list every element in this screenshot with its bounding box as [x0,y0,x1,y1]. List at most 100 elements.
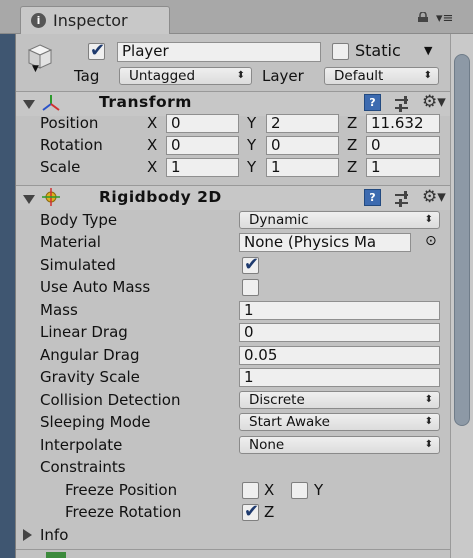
icon-dropdown-arrow[interactable]: ▼ [32,64,39,74]
gear-icon[interactable]: ⚙▾ [422,187,446,207]
rotation-label: Rotation [40,136,103,154]
tab-inspector[interactable]: i Inspector [20,6,170,35]
gameobject-cube-icon [27,44,53,69]
angular-drag-label: Angular Drag [40,346,140,364]
tag-value: Untagged [129,68,196,84]
transform-icon [42,95,60,111]
mass-label: Mass [40,301,78,319]
static-checkbox[interactable] [332,43,349,60]
sleeping-mode-dropdown[interactable]: Start Awake ⬍ [239,413,440,431]
static-label: Static [355,41,401,60]
scale-z-field[interactable]: 1 [366,158,440,177]
sleeping-mode-value: Start Awake [249,414,330,430]
scrollbar-thumb[interactable] [454,54,470,426]
dropdown-arrows-icon: ⬍ [423,70,432,81]
presets-icon[interactable] [395,191,413,207]
rotation-z-field[interactable]: 0 [366,136,440,155]
info-icon: i [31,13,46,28]
rigidbody-foldout-icon[interactable] [23,195,35,204]
freeze-rotation-label: Freeze Rotation [65,503,182,521]
help-icon[interactable]: ? [364,94,381,111]
axis-x-label: X [147,136,158,154]
object-picker-icon[interactable]: ⊙ [425,233,437,249]
static-dropdown-icon[interactable]: ▼ [424,44,432,57]
use-auto-mass-checkbox[interactable] [242,279,259,296]
freeze-position-label: Freeze Position [65,481,178,499]
interpolate-dropdown[interactable]: None ⬍ [239,436,440,454]
axis-z-label: Z [347,158,358,176]
dropdown-arrows-icon: ⬍ [424,416,433,427]
freeze-position-x-checkbox[interactable] [242,482,259,499]
layer-value: Default [334,68,384,84]
left-edge-panel [0,34,15,558]
presets-icon[interactable] [395,96,413,112]
scale-x-field[interactable]: 1 [166,158,239,177]
angular-drag-field[interactable]: 0.05 [239,346,440,365]
tab-bar: i Inspector ▾≡ [0,0,473,35]
active-checkbox[interactable]: ✔ [88,40,105,61]
tag-dropdown[interactable]: Untagged ⬍ [119,67,252,85]
divider [16,549,450,550]
tab-title: Inspector [53,11,128,30]
body-type-label: Body Type [40,211,118,229]
tag-label: Tag [74,67,100,85]
freeze-position-x-label: X [264,481,275,499]
gravity-scale-label: Gravity Scale [40,368,140,386]
position-z-field[interactable]: 11.632 [366,114,440,133]
freeze-rotation-z-label: Z [264,503,275,521]
collision-detection-value: Discrete [249,392,305,408]
position-y-field[interactable]: 2 [266,114,339,133]
gear-icon[interactable]: ⚙▾ [422,92,446,112]
rotation-x-field[interactable]: 0 [166,136,239,155]
scale-label: Scale [40,158,81,176]
mass-field[interactable]: 1 [239,301,440,320]
linear-drag-field[interactable]: 0 [239,323,440,342]
transform-title: Transform [99,93,192,111]
layer-label: Layer [262,67,304,85]
transform-header[interactable] [16,92,450,116]
material-field[interactable]: None (Physics Ma [239,233,411,252]
check-icon: ✔ [244,501,260,522]
body-type-dropdown[interactable]: Dynamic ⬍ [239,211,440,229]
vertical-scrollbar[interactable] [450,34,473,558]
axis-x-label: X [147,158,158,176]
use-auto-mass-label: Use Auto Mass [40,278,151,296]
layer-dropdown[interactable]: Default ⬍ [324,67,439,85]
info-label[interactable]: Info [40,526,68,544]
axis-z-label: Z [347,114,358,132]
freeze-rotation-z-checkbox[interactable]: ✔ [242,501,260,522]
info-foldout-icon[interactable] [23,529,32,541]
rigidbody-title: Rigidbody 2D [99,188,222,206]
collision-detection-label: Collision Detection [40,391,181,409]
rotation-y-field[interactable]: 0 [266,136,339,155]
scale-y-field[interactable]: 1 [266,158,339,177]
simulated-label: Simulated [40,256,116,274]
sleeping-mode-label: Sleeping Mode [40,413,151,431]
constraints-label: Constraints [40,458,126,476]
linear-drag-label: Linear Drag [40,323,128,341]
axis-x-label: X [147,114,158,132]
transform-foldout-icon[interactable] [23,100,35,109]
dropdown-arrows-icon: ⬍ [424,439,433,450]
collision-detection-dropdown[interactable]: Discrete ⬍ [239,391,440,409]
dropdown-arrows-icon: ⬍ [424,214,433,225]
axis-y-label: Y [247,136,257,154]
freeze-position-y-checkbox[interactable] [291,482,308,499]
lock-icon[interactable] [417,12,429,22]
next-component-icon [46,552,66,558]
simulated-checkbox[interactable]: ✔ [242,254,260,275]
check-icon: ✔ [244,254,260,275]
axis-y-label: Y [247,114,257,132]
help-icon[interactable]: ? [364,189,381,206]
position-x-field[interactable]: 0 [166,114,239,133]
position-label: Position [40,114,99,132]
interpolate-value: None [249,437,285,453]
dropdown-arrows-icon: ⬍ [424,394,433,405]
window-menu-icon[interactable]: ▾≡ [436,11,462,26]
name-field[interactable]: Player [117,42,321,62]
inspector-panel: ▼ ✔ Player Static ▼ Tag Untagged ⬍ Layer… [15,34,450,558]
rigidbody-header[interactable] [16,186,450,210]
gravity-scale-field[interactable]: 1 [239,368,440,387]
body-type-value: Dynamic [249,212,309,228]
axis-y-label: Y [247,158,257,176]
